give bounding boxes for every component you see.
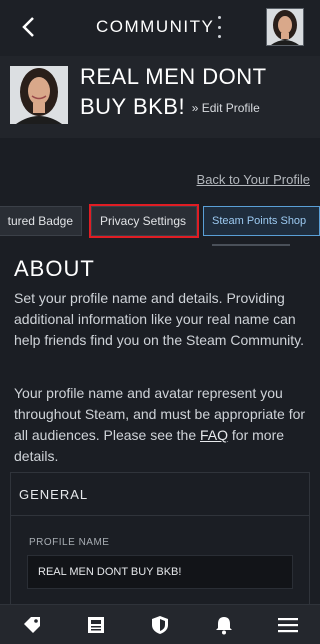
about-heading: ABOUT (14, 256, 95, 281)
bell-icon[interactable] (212, 613, 236, 637)
tab-scroll-indicator (212, 244, 290, 246)
tab-steam-points-shop[interactable]: Steam Points Shop (203, 206, 320, 236)
divider (11, 515, 309, 516)
top-bar: COMMUNITY (0, 0, 320, 56)
tab-label: Privacy Settings (100, 214, 187, 228)
back-icon[interactable] (14, 12, 42, 42)
shield-icon[interactable] (148, 613, 172, 637)
profile-avatar (10, 66, 68, 124)
hamburger-menu-icon[interactable] (276, 613, 300, 637)
tab-label: tured Badge (7, 214, 73, 228)
main-content: Back to Your Profile tured Badge Privacy… (0, 138, 320, 604)
edit-profile-link[interactable]: » Edit Profile (192, 101, 260, 115)
tag-icon[interactable] (20, 613, 44, 637)
faq-link[interactable]: FAQ (200, 427, 228, 443)
tab-label: Steam Points Shop (212, 215, 307, 227)
profile-name-input[interactable]: REAL MEN DONT BUY BKB! (27, 555, 293, 589)
profile-header: REAL MEN DONT BUY BKB! » Edit Profile (0, 56, 320, 138)
kebab-menu-icon[interactable] (214, 16, 224, 38)
about-guidelines: Your profile name and avatar represent y… (14, 383, 310, 467)
news-icon[interactable] (84, 613, 108, 637)
bottom-nav (0, 604, 320, 644)
tab-privacy-settings[interactable]: Privacy Settings (91, 206, 197, 236)
avatar[interactable] (266, 8, 304, 46)
general-panel: GENERAL PROFILE NAME REAL MEN DONT BUY B… (10, 472, 310, 604)
page-title: COMMUNITY (96, 17, 215, 36)
tab-featured-badge[interactable]: tured Badge (0, 206, 82, 236)
profile-name-label: PROFILE NAME (29, 537, 110, 548)
tab-bar: tured Badge Privacy Settings Steam Point… (0, 204, 320, 238)
general-heading: GENERAL (19, 487, 89, 502)
about-description: Set your profile name and details. Provi… (14, 290, 305, 348)
profile-name: REAL MEN DONT BUY BKB! » Edit Profile (80, 62, 290, 123)
back-to-profile-link[interactable]: Back to Your Profile (197, 172, 310, 187)
